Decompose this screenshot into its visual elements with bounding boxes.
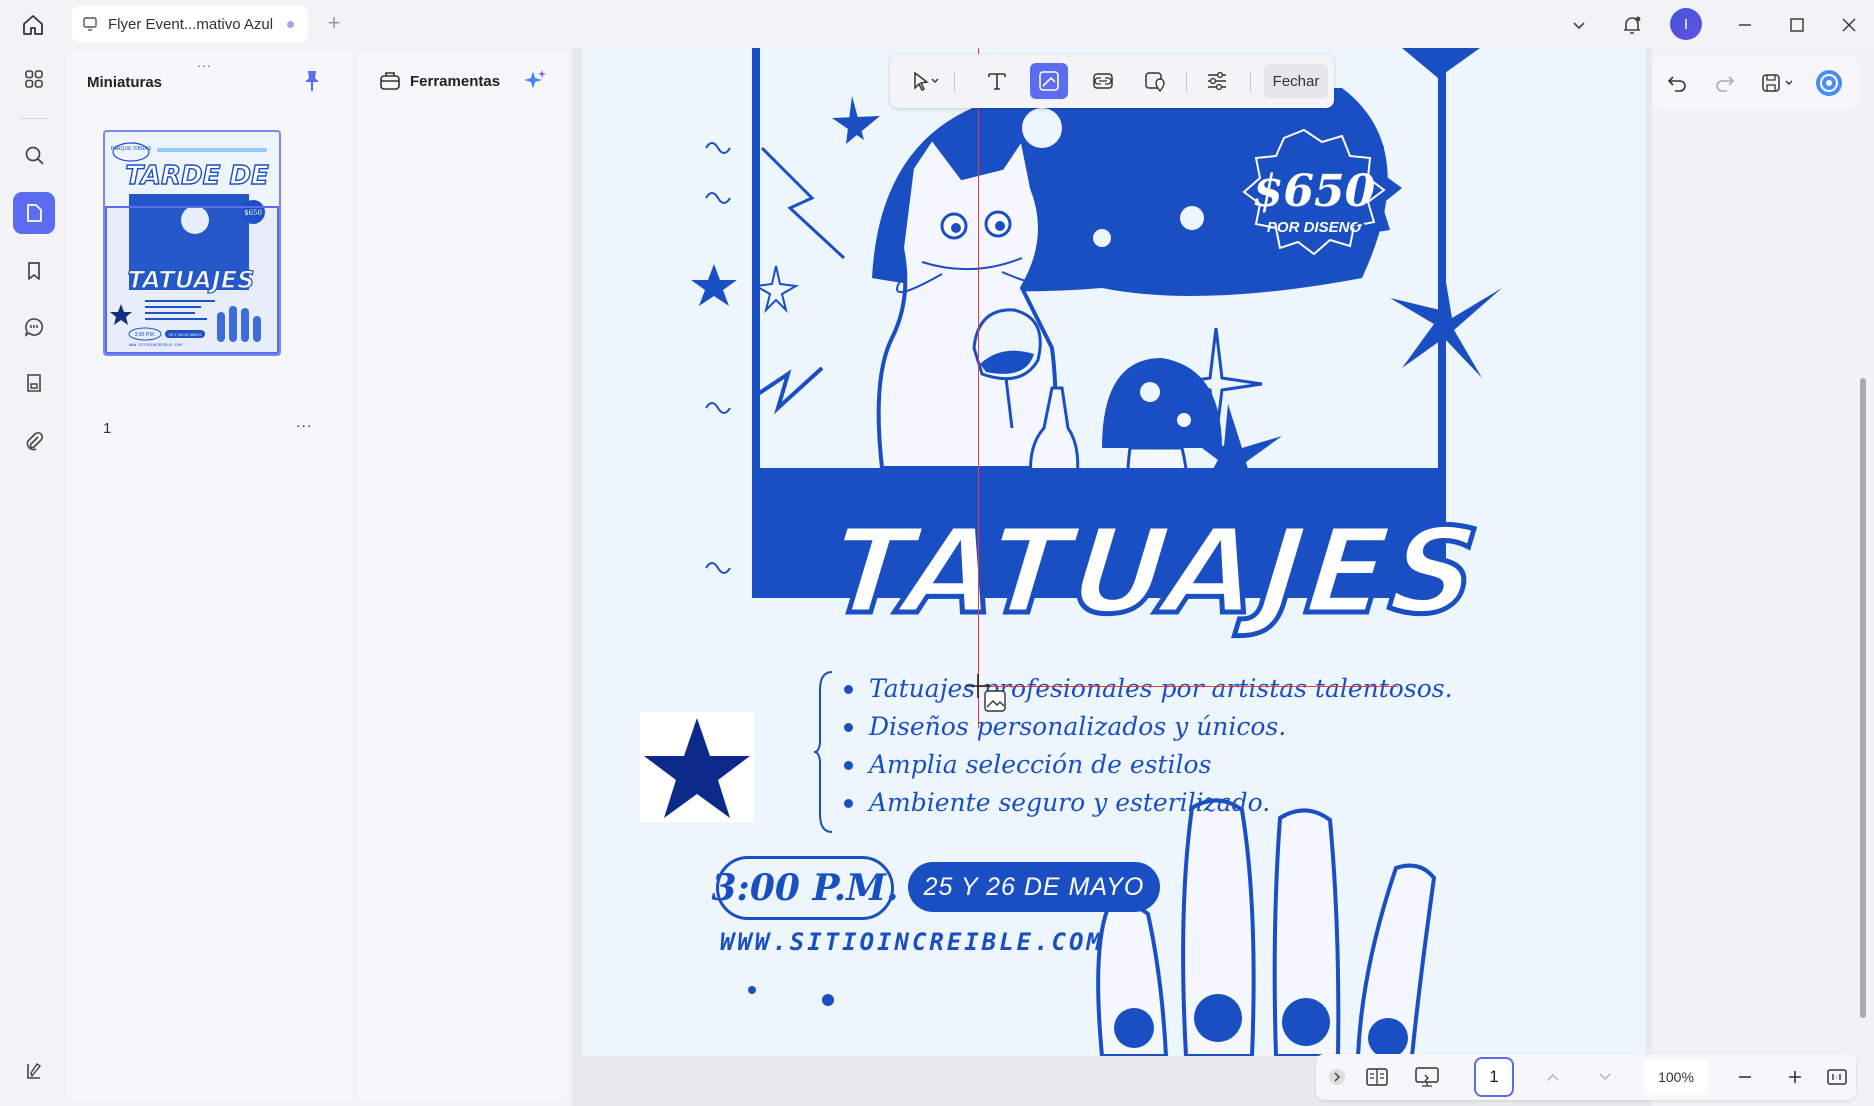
price-text: $650 [1253, 166, 1376, 217]
toolbar-separator [1250, 72, 1251, 92]
feature-item: Diseños personalizados y únicos. [844, 708, 1453, 746]
home-icon[interactable] [18, 10, 48, 40]
save-icon[interactable] [1756, 66, 1804, 100]
redo-icon[interactable] [1708, 66, 1742, 100]
attachment-icon[interactable] [13, 420, 55, 462]
presentation-icon[interactable] [1412, 1062, 1442, 1092]
rail-divider [20, 118, 48, 119]
maximize-icon[interactable] [1782, 10, 1812, 40]
canvas-right-margin [1652, 48, 1874, 1106]
minimize-icon[interactable] [1730, 10, 1760, 40]
left-rail [0, 48, 66, 1106]
hand-illustration [1096, 798, 1437, 1056]
page-icon[interactable] [13, 192, 55, 234]
thumbnail-more-button[interactable]: ... [296, 414, 312, 432]
tools-label: Ferramentas [410, 72, 501, 90]
previous-page-icon[interactable] [1538, 1062, 1568, 1092]
document-canvas[interactable]: $650 POR DISENO TATUAJES Tatuajes profes… [572, 48, 1874, 1106]
new-tab-plus-icon[interactable]: + [322, 12, 346, 36]
document-icon [82, 16, 100, 32]
sidebar-toggle-icon[interactable] [13, 1050, 55, 1092]
tools-header[interactable]: Ferramentas [362, 56, 564, 106]
page-thumbnail[interactable]: PARQUE VIBRAS TARDE DE $650 TATUAJES 3:0… [103, 130, 281, 356]
search-icon[interactable] [13, 134, 55, 176]
thumbnail-viewport[interactable] [105, 206, 279, 354]
stamp-icon[interactable] [13, 362, 55, 404]
feature-item: Tatuajes profesionales por artistas tale… [844, 670, 1453, 708]
select-arrow-icon[interactable] [900, 63, 950, 99]
bell-icon[interactable] [1617, 10, 1647, 40]
time-label: 3:00 P.M. [712, 856, 899, 920]
unsaved-dot [287, 21, 294, 28]
document-tab[interactable]: Flyer Event...mativo Azul [72, 6, 308, 42]
vertical-scrollbar[interactable] [1860, 378, 1866, 1018]
zoom-out-icon[interactable] [1730, 1062, 1760, 1092]
edit-toolbar: Fechar [890, 54, 1334, 108]
ai-assistant-icon[interactable] [1812, 66, 1846, 100]
reading-mode-icon[interactable] [1362, 1062, 1392, 1092]
comment-icon[interactable] [13, 306, 55, 348]
page-number-input[interactable]: 1 [1474, 1057, 1514, 1097]
thumb-title: TARDE DE [125, 161, 269, 191]
image-placement-icon [984, 690, 1006, 712]
history-toolbar [1652, 56, 1858, 110]
text-icon[interactable] [978, 63, 1016, 99]
guide-line-horizontal [978, 686, 1398, 687]
guide-line-vertical [978, 48, 979, 728]
ai-sparkle-icon[interactable] [522, 68, 548, 94]
link-icon[interactable] [1084, 63, 1122, 99]
panel-title: Miniaturas [87, 74, 163, 91]
avatar[interactable]: I [1670, 8, 1702, 40]
feature-item: Ambiente seguro y esterilizado. [844, 784, 1453, 822]
sliders-icon[interactable] [1198, 63, 1236, 99]
pin-icon[interactable] [299, 68, 325, 94]
pdf-page[interactable]: $650 POR DISENO TATUAJES Tatuajes profes… [582, 48, 1646, 1056]
grid-icon[interactable] [13, 58, 55, 100]
feature-item: Amplia selección de estilos [844, 746, 1453, 784]
image-edit-icon[interactable] [1030, 63, 1068, 99]
close-edit-button[interactable]: Fechar [1264, 64, 1328, 98]
thumbnail-page-number: 1 [103, 420, 112, 437]
bookmark-icon[interactable] [13, 250, 55, 292]
website-url: WWW.SITIOINCREIBLE.COM [720, 928, 1104, 956]
location-icon[interactable] [1136, 63, 1174, 99]
tools-panel: Ferramentas [358, 52, 568, 1102]
actual-size-icon[interactable] [1822, 1062, 1852, 1092]
tab-title: Flyer Event...mativo Azul [108, 15, 274, 33]
bullet-brace [814, 671, 833, 833]
expand-arrow-icon[interactable] [1322, 1062, 1352, 1092]
toolbox-icon [378, 69, 402, 93]
feature-list: Tatuajes profesionales por artistas tale… [844, 670, 1453, 822]
toolbar-separator [1186, 72, 1187, 92]
panel-grip[interactable]: ... [197, 54, 212, 70]
zoom-in-icon[interactable] [1780, 1062, 1810, 1092]
page-navigation-bar: 1 100% [1316, 1054, 1856, 1100]
title-bar: Flyer Event...mativo Azul + I [0, 0, 1874, 48]
chevron-down-icon[interactable] [1564, 10, 1594, 40]
date-label: 25 Y 26 DE MAYO [908, 862, 1160, 912]
close-icon[interactable] [1834, 10, 1864, 40]
thumb-badge: PARQUE VIBRAS [111, 146, 152, 152]
thumbnails-panel: ... Miniaturas PARQUE VIBRAS TARDE DE $6… [67, 50, 353, 1102]
toolbar-separator [954, 72, 955, 92]
zoom-level[interactable]: 100% [1644, 1059, 1708, 1095]
selected-star-image[interactable] [640, 712, 754, 822]
next-page-icon[interactable] [1590, 1062, 1620, 1092]
undo-icon[interactable] [1660, 66, 1694, 100]
price-subtitle: POR DISENO [1267, 219, 1362, 236]
headline-text: TATUAJES [822, 500, 1489, 643]
